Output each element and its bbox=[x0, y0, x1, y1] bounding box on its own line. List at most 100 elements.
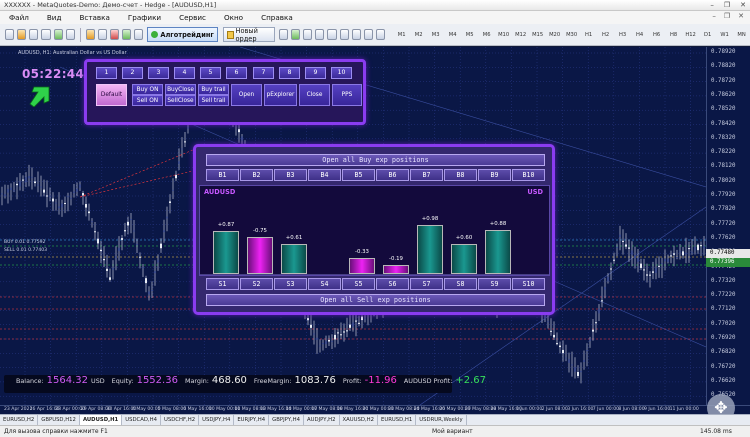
buy-expert-10-button[interactable]: B10 bbox=[512, 169, 545, 181]
timeframe-m15-button[interactable]: M15 bbox=[529, 32, 546, 38]
menu-help[interactable]: Справка bbox=[252, 13, 302, 22]
chart-tab-eurusd-h1[interactable]: EURUSD,H1 bbox=[378, 415, 417, 425]
menu-view[interactable]: Вид bbox=[38, 13, 71, 22]
timeframe-h2-button[interactable]: H2 bbox=[597, 32, 614, 38]
sell-expert-10-button[interactable]: S10 bbox=[512, 278, 545, 290]
preset-10-button[interactable]: 10 bbox=[331, 67, 352, 79]
time-axis[interactable]: 23 Apr 2021 26 Apr 16:00 28 Apr 00:00 29 Ap… bbox=[0, 405, 750, 414]
signals-icon[interactable] bbox=[109, 29, 120, 40]
menu-charts[interactable]: Графики bbox=[119, 13, 170, 22]
close-positions-button[interactable]: Close bbox=[299, 84, 330, 106]
sell-expert-7-button[interactable]: S7 bbox=[410, 278, 443, 290]
chart-tab-eurusd-h2[interactable]: EURUSD,H2 bbox=[0, 415, 39, 425]
sell-close-button[interactable]: SellClose bbox=[165, 95, 196, 106]
chart-tab-audusd-h1[interactable]: AUDUSD,H1 bbox=[79, 415, 123, 425]
profiles-icon[interactable] bbox=[17, 29, 27, 40]
autoscroll-icon[interactable] bbox=[351, 29, 361, 40]
menu-insert[interactable]: Вставка bbox=[70, 13, 118, 22]
chart-tab-eurjpy-h4[interactable]: EURJPY,H4 bbox=[234, 415, 270, 425]
sell-trail-button[interactable]: Sell trail bbox=[198, 95, 229, 106]
minimize-icon[interactable]: – bbox=[710, 1, 714, 10]
preset-1-button[interactable]: 1 bbox=[96, 67, 117, 79]
toolbox-icon[interactable] bbox=[65, 29, 75, 40]
close-icon[interactable]: ✕ bbox=[740, 1, 746, 10]
buy-expert-6-button[interactable]: B6 bbox=[376, 169, 409, 181]
zoom-in-icon[interactable] bbox=[315, 29, 325, 40]
buy-expert-8-button[interactable]: B8 bbox=[444, 169, 477, 181]
sell-expert-3-button[interactable]: S3 bbox=[274, 278, 307, 290]
sell-on-button[interactable]: Sell ON bbox=[132, 95, 163, 106]
pexplorer-button[interactable]: pExplorer bbox=[264, 84, 297, 106]
chart-shift-icon[interactable] bbox=[363, 29, 373, 40]
timeframe-h1-button[interactable]: H1 bbox=[580, 32, 597, 38]
chart-tab-usdcad-h4[interactable]: USDCAD,H4 bbox=[122, 415, 161, 425]
data-window-icon[interactable] bbox=[41, 29, 51, 40]
algo-trading-button[interactable]: Алготрейдинг bbox=[147, 27, 218, 42]
price-scale[interactable]: 0.78920 0.78820 0.78720 0.78620 0.78520 0.784… bbox=[706, 47, 750, 405]
buy-expert-7-button[interactable]: B7 bbox=[410, 169, 443, 181]
sell-expert-1-button[interactable]: S1 bbox=[206, 278, 239, 290]
status-profile[interactable]: Мой вариант bbox=[432, 426, 473, 437]
timeframe-d1-button[interactable]: D1 bbox=[699, 32, 716, 38]
buy-on-button[interactable]: Buy ON bbox=[132, 84, 163, 95]
timeframe-h12-button[interactable]: H12 bbox=[682, 32, 699, 38]
buy-expert-4-button[interactable]: B4 bbox=[308, 169, 341, 181]
mdi-close-icon[interactable]: ✕ bbox=[738, 12, 744, 20]
chart-tab-gbpjpy-h4[interactable]: GBPJPY,H4 bbox=[269, 415, 304, 425]
buy-expert-9-button[interactable]: B9 bbox=[478, 169, 511, 181]
timeframe-h3-button[interactable]: H3 bbox=[614, 32, 631, 38]
preset-6-button[interactable]: 6 bbox=[226, 67, 247, 79]
sell-expert-2-button[interactable]: S2 bbox=[240, 278, 273, 290]
timeframe-m10-button[interactable]: M10 bbox=[495, 32, 512, 38]
buy-expert-3-button[interactable]: B3 bbox=[274, 169, 307, 181]
sell-expert-8-button[interactable]: S8 bbox=[444, 278, 477, 290]
menu-window[interactable]: Окно bbox=[215, 13, 252, 22]
timeframe-h6-button[interactable]: H6 bbox=[648, 32, 665, 38]
sell-expert-9-button[interactable]: S9 bbox=[478, 278, 511, 290]
preset-8-button[interactable]: 8 bbox=[279, 67, 300, 79]
chart-tab-usdrur-weekly[interactable]: USDRUR,Weekly bbox=[416, 415, 467, 425]
default-button[interactable]: Default bbox=[96, 84, 127, 106]
indicators-icon[interactable] bbox=[375, 29, 386, 40]
chart-tab-audjpy-h2[interactable]: AUDJPY,H2 bbox=[304, 415, 340, 425]
new-chart-icon[interactable] bbox=[5, 29, 15, 40]
editor-icon[interactable] bbox=[97, 29, 107, 40]
chart-tab-usdchf-h2[interactable]: USDCHF,H2 bbox=[161, 415, 200, 425]
chart-tab-gbpusd-h12[interactable]: GBPUSD,H12 bbox=[38, 415, 80, 425]
preset-3-button[interactable]: 3 bbox=[148, 67, 169, 79]
timeframe-mn-button[interactable]: MN bbox=[733, 32, 750, 38]
timeframe-m2-button[interactable]: M2 bbox=[410, 32, 427, 38]
timeframe-m30-button[interactable]: M30 bbox=[563, 32, 580, 38]
chart-candles-icon[interactable] bbox=[290, 29, 301, 40]
open-all-buy-button[interactable]: Open all Buy exp positions bbox=[206, 154, 545, 166]
chart-line-icon[interactable] bbox=[303, 29, 313, 40]
sell-expert-5-button[interactable]: S5 bbox=[342, 278, 375, 290]
timeframe-m5-button[interactable]: M5 bbox=[461, 32, 478, 38]
zoom-out-icon[interactable] bbox=[327, 29, 337, 40]
navigator-icon[interactable] bbox=[53, 29, 63, 40]
open-all-sell-button[interactable]: Open all Sell exp positions bbox=[206, 294, 545, 306]
one-click-icon[interactable] bbox=[134, 29, 144, 40]
open-button[interactable]: Open bbox=[231, 84, 262, 106]
timeframe-h4-button[interactable]: H4 bbox=[631, 32, 648, 38]
timeframe-m1-button[interactable]: M1 bbox=[393, 32, 410, 38]
sell-expert-4-button[interactable]: S4 bbox=[308, 278, 341, 290]
preset-2-button[interactable]: 2 bbox=[122, 67, 143, 79]
timeframe-m20-button[interactable]: M20 bbox=[546, 32, 563, 38]
chart-tab-xauusd-h2[interactable]: XAUUSD,H2 bbox=[340, 415, 378, 425]
new-order-button[interactable]: Новый ордер bbox=[222, 27, 275, 43]
menu-file[interactable]: Файл bbox=[0, 13, 38, 22]
timeframe-m12-button[interactable]: M12 bbox=[512, 32, 529, 38]
buy-expert-2-button[interactable]: B2 bbox=[240, 169, 273, 181]
pps-button[interactable]: PPS bbox=[332, 84, 362, 106]
mdi-restore-icon[interactable]: ❐ bbox=[724, 12, 730, 20]
vps-icon[interactable] bbox=[122, 29, 132, 40]
maximize-icon[interactable]: ❐ bbox=[724, 1, 730, 10]
chart-bars-icon[interactable] bbox=[278, 29, 288, 40]
buy-expert-1-button[interactable]: B1 bbox=[206, 169, 239, 181]
strategy-tester-icon[interactable] bbox=[85, 29, 95, 40]
timeframe-m4-button[interactable]: M4 bbox=[444, 32, 461, 38]
market-watch-icon[interactable] bbox=[29, 29, 39, 40]
preset-7-button[interactable]: 7 bbox=[253, 67, 274, 79]
buy-expert-5-button[interactable]: B5 bbox=[342, 169, 375, 181]
